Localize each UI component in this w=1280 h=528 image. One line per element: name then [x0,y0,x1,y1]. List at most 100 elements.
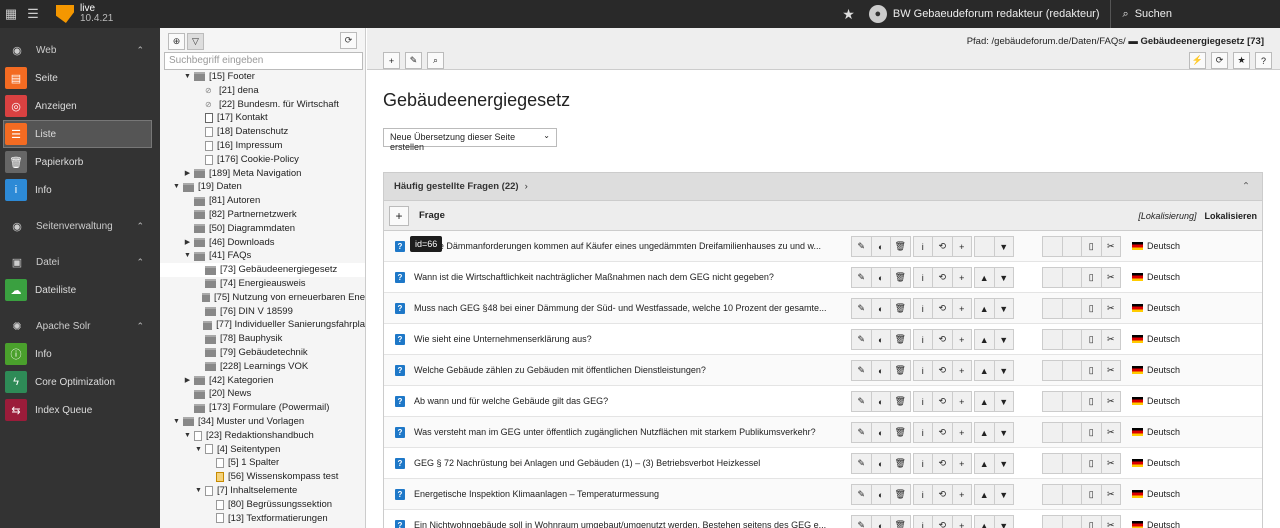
toggle-visibility-icon[interactable]: ◐ [870,267,891,288]
tree-node[interactable]: [176] Cookie-Policy [160,153,365,167]
module-item-info[interactable]: i Info [0,176,160,204]
edit-page-button[interactable]: ✎ [405,52,422,69]
info-icon[interactable]: i [912,267,933,288]
cut-icon[interactable]: ✂ [1100,360,1121,381]
cut-icon[interactable]: ✂ [1100,453,1121,474]
module-item-dateiliste[interactable]: ☁ Dateiliste [0,276,160,304]
row-title[interactable]: Was versteht man im GEG unter öffentlich… [414,427,844,437]
column-frage[interactable]: Frage [419,210,445,221]
tree-node[interactable]: [82] Partnernetzwerk [160,208,365,222]
tree-node[interactable]: [79] Gebäudetechnik [160,346,365,360]
cut-icon[interactable]: ✂ [1100,515,1121,528]
tree-node[interactable]: ⊘ [22] Bundesm. für Wirtschaft [160,98,365,112]
edit-icon[interactable]: ✎ [851,453,872,474]
row-title[interactable]: GEG § 72 Nachrüstung bei Anlagen und Geb… [414,458,844,468]
faq-record-icon[interactable]: ? [395,426,405,438]
clear-cache-button[interactable]: ⚡ [1189,52,1206,69]
table-row[interactable]: ? Welche Gebäude zählen zu Gebäuden mit ö… [384,355,1262,386]
faq-record-icon[interactable]: ? [395,333,405,345]
row-title[interactable]: Muss nach GEG §48 bei einer Dämmung der … [414,303,844,313]
history-icon[interactable]: ⟲ [932,453,953,474]
collapsed-toggle-icon[interactable]: ▶ [183,167,192,181]
cut-icon[interactable]: ✂ [1100,329,1121,350]
move-down-icon[interactable]: ▼ [993,484,1014,505]
toggle-visibility-icon[interactable]: ◐ [870,360,891,381]
collapsed-toggle-icon[interactable]: ▶ [183,236,192,250]
copy-icon[interactable]: ▯ [1081,267,1102,288]
expanded-toggle-icon[interactable]: ▼ [194,443,203,457]
tree-node[interactable]: [16] Impressum [160,139,365,153]
expanded-toggle-icon[interactable]: ▼ [194,484,203,498]
expanded-toggle-icon[interactable]: ▼ [172,180,181,194]
tree-node[interactable]: ▶ [42] Kategorien [160,374,365,388]
table-row[interactable]: ? GEG § 72 Nachrüstung bei Anlagen und Ge… [384,448,1262,479]
search-button[interactable]: ⌕ Suchen [1111,8,1280,21]
move-up-icon[interactable]: ▲ [974,422,995,443]
tree-node[interactable]: [76] DIN V 18599 [160,305,365,319]
move-down-icon[interactable]: ▼ [993,298,1014,319]
tree-node[interactable]: [18] Datenschutz [160,125,365,139]
move-up-icon[interactable]: ▲ [974,298,995,319]
translation-select[interactable]: Neue Übersetzung dieser Seite erstellen ⌄ [383,128,557,152]
edit-icon[interactable]: ✎ [851,298,872,319]
move-up-icon[interactable]: ▲ [974,360,995,381]
copy-icon[interactable]: ▯ [1081,515,1102,528]
move-up-icon[interactable]: ▲ [974,453,995,474]
edit-icon[interactable]: ✎ [851,329,872,350]
copy-icon[interactable]: ▯ [1081,484,1102,505]
delete-icon[interactable]: 🗑 [890,298,911,319]
tree-node[interactable]: [78] Bauphysik [160,332,365,346]
history-icon[interactable]: ⟲ [932,360,953,381]
delete-icon[interactable]: 🗑 [890,515,911,528]
add-after-icon[interactable]: + [951,360,972,381]
row-title[interactable]: Ab wann und für welche Gebäude gilt das … [414,396,844,406]
move-up-icon[interactable]: ▲ [974,329,995,350]
copy-icon[interactable]: ▯ [1081,329,1102,350]
history-icon[interactable]: ⟲ [932,267,953,288]
refresh-tree-button[interactable]: ⟳ [340,32,357,49]
move-down-icon[interactable]: ▼ [993,391,1014,412]
cut-icon[interactable]: ✂ [1100,236,1121,257]
tree-node[interactable]: [17] Kontakt [160,111,365,125]
add-after-icon[interactable]: + [951,267,972,288]
help-button[interactable]: ? [1255,52,1272,69]
module-group-web[interactable]: ◉ Web ⌃ [0,36,160,64]
collapse-icon[interactable]: ⌃ [1242,181,1250,192]
tree-node[interactable]: [228] Learnings VOK [160,360,365,374]
user-avatar-icon[interactable]: ● [868,5,887,23]
new-page-button[interactable]: ⊕ [168,32,185,50]
table-row[interactable]: ? Ein Nichtwohngebäude soll in Wohnraum u… [384,510,1262,528]
tree-node[interactable]: [20] News [160,387,365,401]
history-icon[interactable]: ⟲ [932,236,953,257]
faq-record-icon[interactable]: ? [395,271,405,283]
table-row[interactable]: ? Ab wann und für welche Gebäude gilt das… [384,386,1262,417]
expanded-toggle-icon[interactable]: ▼ [183,70,192,84]
move-down-icon[interactable]: ▼ [993,236,1014,257]
row-title[interactable]: Welche Gebäude zählen zu Gebäuden mit öf… [414,365,844,375]
copy-icon[interactable]: ▯ [1081,453,1102,474]
move-down-icon[interactable]: ▼ [993,422,1014,443]
cut-icon[interactable]: ✂ [1100,267,1121,288]
bookmark-button[interactable]: ★ [1233,52,1250,69]
history-icon[interactable]: ⟲ [932,329,953,350]
delete-icon[interactable]: 🗑 [890,453,911,474]
info-icon[interactable]: i [912,453,933,474]
tree-node[interactable]: [75] Nutzung von erneuerbaren Ene [160,291,365,305]
toggle-visibility-icon[interactable]: ◐ [870,329,891,350]
add-after-icon[interactable]: + [951,453,972,474]
move-down-icon[interactable]: ▼ [993,329,1014,350]
table-row[interactable]: ? Wann ist die Wirtschaftlichkeit nachträ… [384,262,1262,293]
info-icon[interactable]: i [912,484,933,505]
expanded-toggle-icon[interactable]: ▼ [183,249,192,263]
module-group-seitenverwaltung[interactable]: ◉ Seitenverwaltung ⌃ [0,212,160,240]
delete-icon[interactable]: 🗑 [890,422,911,443]
faq-record-icon[interactable]: ? [395,240,405,252]
delete-icon[interactable]: 🗑 [890,329,911,350]
cut-icon[interactable]: ✂ [1100,391,1121,412]
info-icon[interactable]: i [912,298,933,319]
tree-node[interactable]: [173] Formulare (Powermail) [160,401,365,415]
expanded-toggle-icon[interactable]: ▼ [183,429,192,443]
table-row[interactable]: ? Welche Dämmanforderungen kommen auf Käu… [384,231,1262,262]
module-item-liste[interactable]: ☰ Liste [3,120,152,148]
tree-node[interactable]: [56] Wissenskompass test [160,470,365,484]
